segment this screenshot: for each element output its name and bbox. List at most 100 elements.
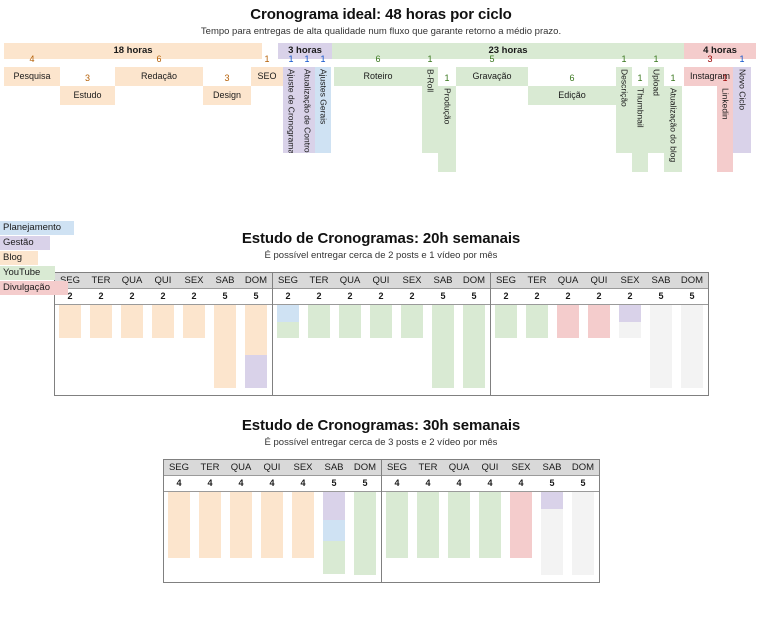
day-column-sex[interactable] — [288, 492, 319, 582]
day-hours-sex: 4 — [518, 478, 524, 488]
gantt-task-13[interactable]: Edição — [528, 86, 616, 105]
day-column-ter[interactable] — [86, 305, 117, 395]
day-column-sab[interactable] — [210, 305, 241, 395]
gantt-task-hours-19: 1 — [722, 73, 728, 84]
gantt-task-9[interactable]: Roteiro — [334, 67, 422, 86]
day-column-qua[interactable] — [117, 305, 148, 395]
day-header-qua: QUA — [121, 275, 143, 286]
day-header-sab: SAB — [433, 275, 453, 286]
day-column-qui[interactable] — [475, 492, 506, 582]
day-hours-seg: 4 — [394, 478, 400, 488]
day-column-dom[interactable] — [350, 492, 381, 582]
day-column-sex[interactable] — [179, 305, 210, 395]
day-column-sex[interactable] — [506, 492, 537, 582]
gantt-task-hours-3: 6 — [156, 54, 162, 65]
bar-segment — [308, 305, 330, 338]
day-column-seg[interactable] — [273, 305, 304, 395]
week-hours-row: 2222255 — [272, 289, 490, 305]
gantt-task-17[interactable]: Atualização do blog — [664, 86, 682, 172]
gantt-task-5[interactable]: SEO — [251, 67, 283, 86]
day-header-qua: QUA — [557, 275, 579, 286]
day-column-qua[interactable] — [553, 305, 584, 395]
day-header-sex: SEX — [293, 462, 313, 473]
gantt-title: Cronograma ideal: 48 horas por ciclo — [250, 6, 512, 23]
day-hours-seg: 2 — [285, 291, 291, 301]
gantt-task-6[interactable]: Ajuste de Cronograma — [283, 67, 299, 153]
day-column-sab[interactable] — [428, 305, 459, 395]
day-column-qui[interactable] — [366, 305, 397, 395]
bar-segment — [417, 492, 439, 558]
bar-segment — [463, 305, 485, 388]
gantt-task-2[interactable]: Estudo — [60, 86, 115, 105]
bar-segment — [152, 305, 174, 338]
day-column-sex[interactable] — [397, 305, 428, 395]
gantt-task-hours-8: 1 — [320, 54, 326, 65]
gantt-task-16[interactable]: Upload — [648, 67, 664, 153]
bar-segment — [495, 305, 517, 338]
day-column-sab[interactable] — [646, 305, 677, 395]
day-column-qui[interactable] — [584, 305, 615, 395]
gantt-task-1[interactable]: Pesquisa — [4, 67, 60, 86]
day-column-dom[interactable] — [568, 492, 599, 582]
day-hours-qui: 2 — [378, 291, 384, 301]
bar-segment — [339, 305, 361, 338]
gantt-subtitle: Tempo para entregas de alta qualidade nu… — [200, 26, 562, 37]
week-body — [382, 492, 599, 582]
gantt-task-14[interactable]: Descrição — [616, 67, 632, 153]
week-hours-row: 4 4 4 4 4 5 5 — [163, 476, 381, 492]
gantt-task-11[interactable]: Produção — [438, 86, 456, 172]
week-hours-row: 2222255 — [54, 289, 272, 305]
day-column-sab[interactable] — [537, 492, 568, 582]
gantt-task-hours-18: 3 — [707, 54, 713, 65]
day-column-dom[interactable] — [677, 305, 708, 395]
day-hours-sex: 2 — [409, 291, 415, 301]
gantt-task-4[interactable]: Design — [203, 86, 251, 105]
day-column-qui[interactable] — [257, 492, 288, 582]
gantt-task-hours-7: 1 — [304, 54, 310, 65]
day-hours-ter: 4 — [207, 478, 213, 488]
day-column-seg[interactable] — [164, 492, 195, 582]
day-header-ter: TER — [91, 275, 111, 286]
day-column-qui[interactable] — [148, 305, 179, 395]
day-header-qua: QUA — [448, 462, 470, 473]
day-column-seg[interactable] — [382, 492, 413, 582]
day-hours-qui: 2 — [160, 291, 166, 301]
day-column-dom[interactable] — [459, 305, 490, 395]
gantt-task-3[interactable]: Redação — [115, 67, 203, 86]
day-hours-qui: 4 — [269, 478, 275, 488]
week-hours-row: 2222255 — [490, 289, 708, 305]
week30-title: Estudo de Cronogramas: 30h semanais — [241, 417, 521, 434]
day-column-sex[interactable] — [615, 305, 646, 395]
gantt-task-hours-16: 1 — [653, 54, 659, 65]
day-header-sex: SEX — [620, 275, 640, 286]
day-column-ter[interactable] — [195, 492, 226, 582]
day-column-ter[interactable] — [304, 305, 335, 395]
gantt-task-15[interactable]: Thumbnail — [632, 86, 648, 172]
gantt-task-20[interactable]: Novo Ciclo — [733, 67, 751, 153]
day-column-ter[interactable] — [522, 305, 553, 395]
day-column-sab[interactable] — [319, 492, 350, 582]
day-hours-qua: 2 — [565, 291, 571, 301]
day-column-qua[interactable] — [444, 492, 475, 582]
day-header-qui: QUI — [263, 462, 281, 473]
day-header-dom: DOM — [571, 462, 595, 473]
day-column-ter[interactable] — [413, 492, 444, 582]
week30-subtitle: É possível entregar cerca de 3 posts e 2… — [264, 437, 498, 448]
bar-segment — [401, 305, 423, 338]
gantt-task-7[interactable]: Atualização de Controles — [299, 67, 315, 153]
week-table-30h-semanais-w1: SEG TER QUA QUI SEX SAB DOM 4 4 4 4 4 5 5 — [162, 459, 381, 583]
day-header-sab: SAB — [215, 275, 235, 286]
day-hours-dom: 5 — [362, 478, 368, 488]
week-header-row: SEG TER QUA QUI SEX SAB DOM — [54, 273, 272, 289]
day-column-qua[interactable] — [226, 492, 257, 582]
gantt-task-10[interactable]: B-Roll — [422, 67, 438, 153]
gantt-task-19[interactable]: Linkedin — [717, 86, 733, 172]
day-column-dom[interactable] — [241, 305, 272, 395]
bar-segment — [448, 492, 470, 558]
bar-segment — [323, 492, 345, 521]
day-column-seg[interactable] — [55, 305, 86, 395]
gantt-task-12[interactable]: Gravação — [456, 67, 528, 86]
gantt-task-8[interactable]: Ajustes Gerais — [315, 67, 331, 153]
day-column-seg[interactable] — [491, 305, 522, 395]
day-column-qua[interactable] — [335, 305, 366, 395]
